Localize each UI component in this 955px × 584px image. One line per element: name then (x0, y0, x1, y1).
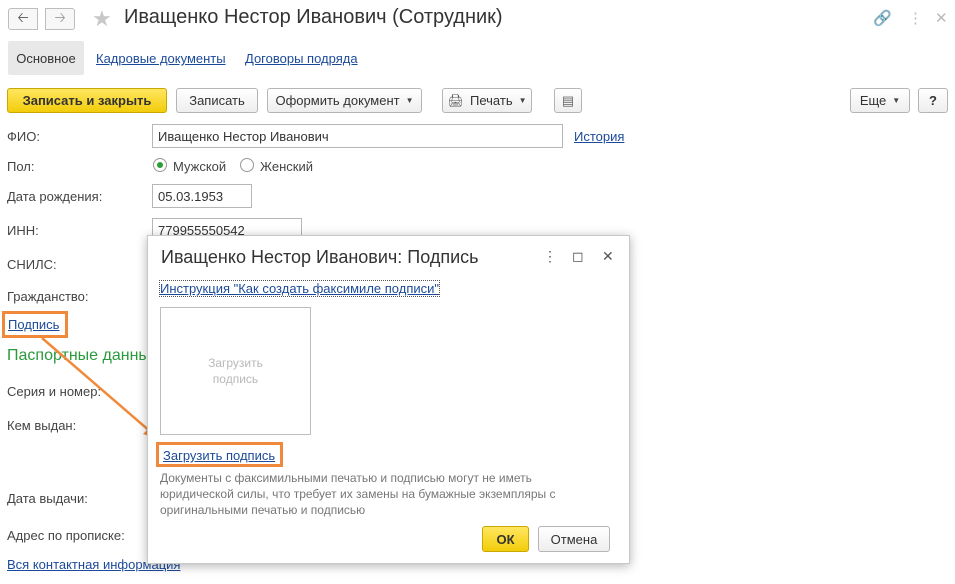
gender-male-radio[interactable] (153, 158, 167, 172)
chevron-down-icon: ▼ (892, 96, 901, 105)
print-button[interactable]: 🖨 Печать ▼ (442, 88, 532, 113)
dialog-note: Документы с факсимильными печатью и подп… (160, 471, 556, 517)
history-link[interactable]: История (574, 129, 624, 144)
create-document-label: Оформить документ (275, 93, 400, 108)
tab-hr-documents[interactable]: Кадровые документы (96, 51, 226, 66)
cancel-button[interactable]: Отмена (538, 526, 610, 552)
issue-date-label: Дата выдачи: (7, 491, 88, 506)
more-vert-icon[interactable]: ⋮ (543, 248, 557, 265)
gender-female-label: Женский (260, 159, 313, 174)
gender-label: Пол: (7, 159, 35, 174)
ok-button[interactable]: ОК (482, 526, 529, 552)
birth-date-label: Дата рождения: (7, 189, 103, 204)
list-icon: ▤ (561, 92, 575, 108)
page-title: Иващенко Нестор Иванович (Сотрудник) (124, 6, 503, 28)
fio-label: ФИО: (7, 129, 40, 144)
issued-by-label: Кем выдан: (7, 418, 77, 433)
upload-link-highlight (156, 442, 283, 467)
close-icon[interactable]: ✕ (602, 248, 614, 265)
printer-icon: 🖨 (447, 92, 464, 108)
print-label: Печать (470, 93, 513, 108)
help-button[interactable]: ? (918, 88, 948, 113)
signature-dialog: Иващенко Нестор Иванович: Подпись ⋮ ◻ ✕ … (147, 235, 630, 564)
snils-label: СНИЛС: (7, 257, 57, 272)
maximize-icon[interactable]: ◻ (572, 248, 584, 265)
list-button[interactable]: ▤ (554, 88, 582, 113)
series-number-label: Серия и номер: (7, 384, 102, 399)
signature-image-box[interactable]: Загрузить подпись (160, 307, 311, 435)
dialog-title: Иващенко Нестор Иванович: Подпись (161, 247, 479, 267)
tab-contracts[interactable]: Договоры подряда (245, 51, 358, 66)
arrow-left-icon: 🡠 (17, 9, 29, 25)
more-vert-icon[interactable]: ⋮ (908, 9, 923, 27)
save-button[interactable]: Записать (176, 88, 258, 113)
address-label: Адрес по прописке: (7, 528, 125, 543)
create-document-button[interactable]: Оформить документ ▼ (267, 88, 422, 113)
citizenship-label: Гражданство: (7, 289, 89, 304)
back-button[interactable]: 🡠 (8, 8, 38, 30)
star-icon[interactable]: ★ (92, 6, 112, 32)
chevron-down-icon: ▼ (518, 96, 527, 105)
fio-field[interactable]: Иващенко Нестор Иванович (152, 124, 563, 148)
gender-male-label: Мужской (173, 159, 227, 174)
more-label: Еще (859, 93, 887, 108)
signature-placeholder-line2: подпись (212, 372, 259, 386)
link-icon[interactable]: 🔗 (873, 9, 892, 27)
signature-placeholder-line1: Загрузить (208, 356, 263, 370)
arrow-right-icon: 🡢 (54, 9, 66, 25)
chevron-down-icon: ▼ (405, 96, 414, 105)
forward-button[interactable]: 🡢 (45, 8, 75, 30)
inn-label: ИНН: (7, 223, 39, 238)
save-close-button[interactable]: Записать и закрыть (7, 88, 167, 113)
radio-selected-dot (157, 162, 163, 168)
more-button[interactable]: Еще ▼ (850, 88, 910, 113)
signature-placeholder: Загрузить подпись (208, 355, 263, 387)
close-icon[interactable]: ✕ (935, 9, 948, 27)
gender-female-radio[interactable] (240, 158, 254, 172)
tab-main[interactable]: Основное (8, 41, 84, 75)
signature-link-highlight (2, 311, 68, 338)
passport-section-title: Паспортные данны (7, 347, 150, 364)
instruction-link[interactable]: Инструкция "Как создать факсимиле подпис… (159, 280, 440, 297)
birth-date-field[interactable]: 05.03.1953 (152, 184, 252, 208)
